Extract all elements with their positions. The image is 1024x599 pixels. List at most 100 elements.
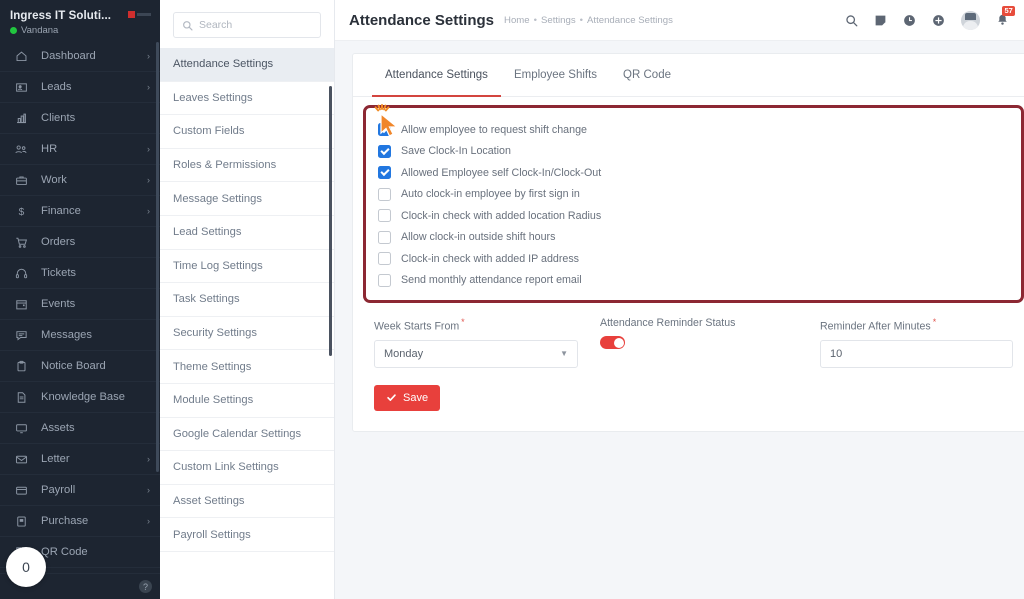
sidebar-item-events[interactable]: Events xyxy=(0,289,160,320)
checkbox-label[interactable]: Allow clock-in outside shift hours xyxy=(401,231,555,243)
sidebar-item-purchase[interactable]: Purchase › xyxy=(0,506,160,537)
reminder-minutes-input[interactable] xyxy=(820,339,1013,368)
settings-card: Attendance Settings Employee Shifts QR Cod… xyxy=(352,53,1024,432)
sidebar-item-assets[interactable]: Assets xyxy=(0,413,160,444)
required-marker: * xyxy=(932,317,937,327)
checkbox-label[interactable]: Clock-in check with added location Radiu… xyxy=(401,210,601,222)
sidebar-item-label: QR Code xyxy=(41,546,88,558)
submenu-item-time-log-settings[interactable]: Time Log Settings xyxy=(160,250,334,284)
week-starts-label: Week Starts From * xyxy=(374,317,578,333)
sidebar-item-finance[interactable]: $ Finance › xyxy=(0,196,160,227)
sidebar-item-label: Dashboard xyxy=(41,50,96,62)
clock-icon[interactable] xyxy=(903,14,916,27)
submenu-item-custom-fields[interactable]: Custom Fields xyxy=(160,115,334,149)
week-starts-field: Week Starts From * Monday ▼ xyxy=(363,317,589,368)
submenu-item-attendance-settings[interactable]: Attendance Settings xyxy=(160,48,334,82)
checkbox-2[interactable] xyxy=(378,166,391,180)
check-icon xyxy=(387,394,396,401)
sidebar-item-leads[interactable]: Leads › xyxy=(0,72,160,103)
submenu-item-google-calendar-settings[interactable]: Google Calendar Settings xyxy=(160,418,334,452)
sidebar-item-label: Purchase xyxy=(41,515,89,527)
submenu-item-asset-settings[interactable]: Asset Settings xyxy=(160,485,334,519)
sidebar-item-label: Assets xyxy=(41,422,75,434)
submenu-item-task-settings[interactable]: Task Settings xyxy=(160,283,334,317)
sidebar-item-messages[interactable]: Messages xyxy=(0,320,160,351)
checkbox-0[interactable] xyxy=(378,123,391,137)
page-title: Attendance Settings xyxy=(349,11,495,29)
submenu-item-custom-link-settings[interactable]: Custom Link Settings xyxy=(160,451,334,485)
sidebar-item-label: Work xyxy=(41,174,67,186)
sidebar-item-work[interactable]: Work › xyxy=(0,165,160,196)
sidebar-item-label: Letter xyxy=(41,453,70,465)
checkbox-row: Allowed Employee self Clock-In/Clock-Out xyxy=(366,162,1021,184)
sidebar-item-label: Knowledge Base xyxy=(41,391,125,403)
sidebar-item-orders[interactable]: Orders xyxy=(0,227,160,258)
tab-attendance-settings[interactable]: Attendance Settings xyxy=(372,54,501,97)
dollar-icon: $ xyxy=(13,203,29,219)
tab-qr-code[interactable]: QR Code xyxy=(610,54,684,97)
brand-header[interactable]: Ingress IT Soluti... Vandana xyxy=(0,0,160,41)
week-starts-select[interactable]: Monday ▼ xyxy=(374,339,578,368)
checkbox-7[interactable] xyxy=(378,273,391,287)
checkbox-3[interactable] xyxy=(378,187,391,201)
attendance-reminder-toggle[interactable] xyxy=(600,336,625,349)
submenu-item-lead-settings[interactable]: Lead Settings xyxy=(160,216,334,250)
sidebar-item-knowledge-base[interactable]: Knowledge Base xyxy=(0,382,160,413)
note-icon[interactable] xyxy=(874,14,887,27)
checkbox-label[interactable]: Send monthly attendance report email xyxy=(401,274,582,286)
checkbox-1[interactable] xyxy=(378,144,391,158)
cart-icon xyxy=(13,234,29,250)
home-icon xyxy=(13,48,29,64)
sidebar-item-clients[interactable]: Clients xyxy=(0,103,160,134)
save-button[interactable]: Save xyxy=(374,384,441,411)
checkbox-label[interactable]: Auto clock-in employee by first sign in xyxy=(401,188,580,200)
sidebar-item-payroll[interactable]: Payroll › xyxy=(0,475,160,506)
checkbox-label[interactable]: Save Clock-In Location xyxy=(401,145,511,157)
submenu-scrollbar[interactable] xyxy=(329,86,332,356)
checkbox-row: Allow employee to request shift change xyxy=(366,119,1021,141)
checkbox-6[interactable] xyxy=(378,252,391,266)
submenu-item-module-settings[interactable]: Module Settings xyxy=(160,384,334,418)
user-avatar[interactable] xyxy=(961,10,980,30)
sidebar-item-notice-board[interactable]: Notice Board xyxy=(0,351,160,382)
question-mark-icon[interactable]: ? xyxy=(139,580,152,593)
monitor-icon xyxy=(13,420,29,436)
sidebar-item-letter[interactable]: Letter › xyxy=(0,444,160,475)
checkbox-label[interactable]: Allow employee to request shift change xyxy=(401,124,587,136)
submenu-item-message-settings[interactable]: Message Settings xyxy=(160,182,334,216)
submenu-list: Attendance Settings Leaves Settings Custom… xyxy=(160,48,334,552)
bell-icon[interactable]: 57 xyxy=(996,6,1016,27)
breadcrumb-separator: • xyxy=(579,14,584,26)
floating-counter-badge[interactable]: 0 xyxy=(6,547,46,587)
checkbox-row: Send monthly attendance report email xyxy=(366,270,1021,292)
checkbox-group-highlight: Allow employee to request shift change Sa… xyxy=(363,104,1024,303)
search-box[interactable] xyxy=(173,12,321,38)
tab-employee-shifts[interactable]: Employee Shifts xyxy=(501,54,610,97)
breadcrumb-settings[interactable]: Settings xyxy=(541,15,576,26)
checkbox-label[interactable]: Clock-in check with added IP address xyxy=(401,253,579,265)
submenu-item-leaves-settings[interactable]: Leaves Settings xyxy=(160,82,334,116)
search-icon xyxy=(183,20,193,31)
brand-user: Vandana xyxy=(10,25,150,36)
search-input[interactable] xyxy=(199,19,312,31)
checkbox-4[interactable] xyxy=(378,209,391,223)
required-marker: * xyxy=(461,317,465,327)
reminder-status-label: Attendance Reminder Status xyxy=(600,317,736,329)
submenu-item-theme-settings[interactable]: Theme Settings xyxy=(160,350,334,384)
sidebar-item-tickets[interactable]: Tickets xyxy=(0,258,160,289)
sidebar-item-label: Orders xyxy=(41,236,76,248)
sidebar-item-dashboard[interactable]: Dashboard › xyxy=(0,41,160,72)
checkbox-label[interactable]: Allowed Employee self Clock-In/Clock-Out xyxy=(401,167,601,179)
submenu-item-payroll-settings[interactable]: Payroll Settings xyxy=(160,518,334,552)
submenu-item-roles-permissions[interactable]: Roles & Permissions xyxy=(160,149,334,183)
breadcrumb-home[interactable]: Home xyxy=(504,15,530,26)
building-icon xyxy=(13,110,29,126)
submenu-item-security-settings[interactable]: Security Settings xyxy=(160,317,334,351)
plus-circle-icon[interactable] xyxy=(932,14,945,27)
sidebar-item-label: Notice Board xyxy=(41,360,106,372)
checkbox-5[interactable] xyxy=(378,230,391,244)
reminder-minutes-field: Reminder After Minutes * xyxy=(809,317,1024,368)
sidebar-item-hr[interactable]: HR › xyxy=(0,134,160,165)
search-icon[interactable] xyxy=(845,14,858,27)
sidebar-scrollbar[interactable] xyxy=(156,42,159,472)
